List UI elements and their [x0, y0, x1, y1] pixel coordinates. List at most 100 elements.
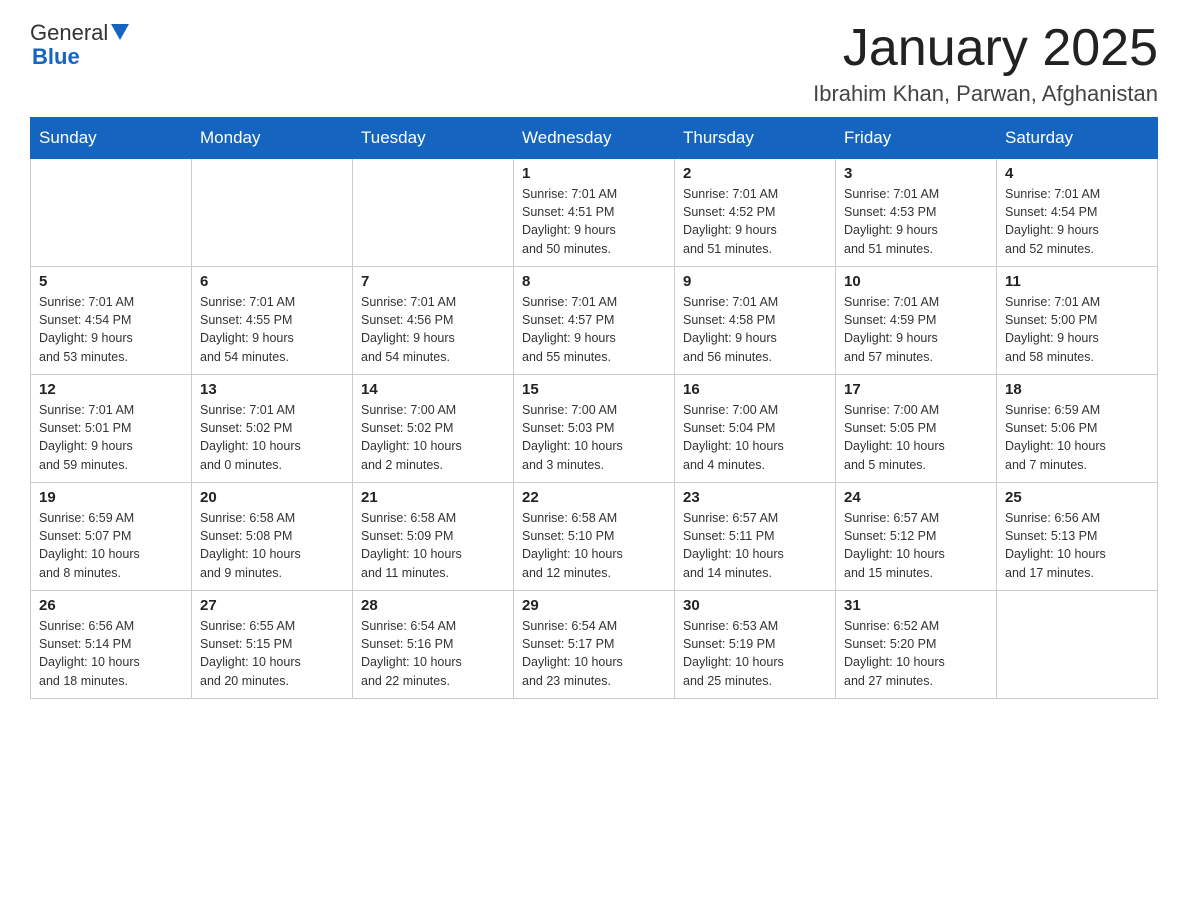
calendar-table: SundayMondayTuesdayWednesdayThursdayFrid… — [30, 117, 1158, 699]
day-info: Sunrise: 7:01 AM Sunset: 5:00 PM Dayligh… — [1005, 293, 1149, 366]
calendar-cell: 12 Sunrise: 7:01 AM Sunset: 5:01 PM Dayli… — [31, 375, 192, 483]
day-number: 14 — [361, 381, 505, 398]
day-info: Sunrise: 7:01 AM Sunset: 4:58 PM Dayligh… — [683, 293, 827, 366]
calendar-cell — [997, 591, 1158, 699]
day-number: 19 — [39, 489, 183, 506]
calendar-cell: 30 Sunrise: 6:53 AM Sunset: 5:19 PM Dayli… — [675, 591, 836, 699]
calendar-week-row: 26Sunrise: 6:56 AM Sunset: 5:14 PM Dayli… — [31, 591, 1158, 699]
day-info: Sunrise: 6:57 AM Sunset: 5:12 PM Dayligh… — [844, 509, 988, 582]
day-info: Sunrise: 6:56 AM Sunset: 5:14 PM Dayligh… — [39, 617, 183, 690]
calendar-header-tuesday: Tuesday — [353, 118, 514, 159]
day-info: Sunrise: 7:01 AM Sunset: 4:57 PM Dayligh… — [522, 293, 666, 366]
calendar-cell: 9Sunrise: 7:01 AM Sunset: 4:58 PM Daylig… — [675, 267, 836, 375]
logo: General Blue — [30, 20, 129, 70]
day-number: 3 — [844, 165, 988, 182]
day-number: 12 — [39, 381, 183, 398]
calendar-cell: 29 Sunrise: 6:54 AM Sunset: 5:17 PM Dayli… — [514, 591, 675, 699]
day-info: Sunrise: 7:01 AM Sunset: 5:01 PM Dayligh… — [39, 401, 183, 474]
page-header: General Blue January 2025 Ibrahim Khan, … — [30, 20, 1158, 107]
day-info: Sunrise: 6:58 AM Sunset: 5:09 PM Dayligh… — [361, 509, 505, 582]
day-number: 8 — [522, 273, 666, 290]
day-number: 31 — [844, 597, 988, 614]
location-subtitle: Ibrahim Khan, Parwan, Afghanistan — [813, 81, 1158, 107]
calendar-cell: 27 Sunrise: 6:55 AM Sunset: 5:15 PM Dayli… — [192, 591, 353, 699]
day-info: Sunrise: 6:59 AM Sunset: 5:07 PM Dayligh… — [39, 509, 183, 582]
day-number: 20 — [200, 489, 344, 506]
day-number: 22 — [522, 489, 666, 506]
day-info: Sunrise: 7:01 AM Sunset: 4:59 PM Dayligh… — [844, 293, 988, 366]
title-block: January 2025 Ibrahim Khan, Parwan, Afgha… — [813, 20, 1158, 107]
calendar-cell: 24 Sunrise: 6:57 AM Sunset: 5:12 PM Dayli… — [836, 483, 997, 591]
day-info: Sunrise: 7:01 AM Sunset: 4:53 PM Dayligh… — [844, 185, 988, 258]
calendar-cell: 8 Sunrise: 7:01 AM Sunset: 4:57 PM Daylig… — [514, 267, 675, 375]
calendar-header-friday: Friday — [836, 118, 997, 159]
calendar-cell: 10 Sunrise: 7:01 AM Sunset: 4:59 PM Dayli… — [836, 267, 997, 375]
day-number: 5 — [39, 273, 183, 290]
day-info: Sunrise: 7:00 AM Sunset: 5:04 PM Dayligh… — [683, 401, 827, 474]
day-number: 29 — [522, 597, 666, 614]
day-info: Sunrise: 7:00 AM Sunset: 5:05 PM Dayligh… — [844, 401, 988, 474]
calendar-cell: 31 Sunrise: 6:52 AM Sunset: 5:20 PM Dayli… — [836, 591, 997, 699]
logo-blue-text: Blue — [30, 44, 80, 70]
day-info: Sunrise: 7:01 AM Sunset: 4:52 PM Dayligh… — [683, 185, 827, 258]
day-number: 10 — [844, 273, 988, 290]
day-info: Sunrise: 7:01 AM Sunset: 4:54 PM Dayligh… — [1005, 185, 1149, 258]
calendar-cell — [353, 159, 514, 267]
calendar-cell: 25 Sunrise: 6:56 AM Sunset: 5:13 PM Dayli… — [997, 483, 1158, 591]
day-info: Sunrise: 6:53 AM Sunset: 5:19 PM Dayligh… — [683, 617, 827, 690]
day-info: Sunrise: 6:56 AM Sunset: 5:13 PM Dayligh… — [1005, 509, 1149, 582]
day-number: 6 — [200, 273, 344, 290]
calendar-cell: 21 Sunrise: 6:58 AM Sunset: 5:09 PM Dayli… — [353, 483, 514, 591]
calendar-header-row: SundayMondayTuesdayWednesdayThursdayFrid… — [31, 118, 1158, 159]
day-number: 25 — [1005, 489, 1149, 506]
calendar-cell: 13 Sunrise: 7:01 AM Sunset: 5:02 PM Dayli… — [192, 375, 353, 483]
calendar-cell: 15Sunrise: 7:00 AM Sunset: 5:03 PM Dayli… — [514, 375, 675, 483]
calendar-cell: 22 Sunrise: 6:58 AM Sunset: 5:10 PM Dayli… — [514, 483, 675, 591]
day-info: Sunrise: 7:01 AM Sunset: 4:51 PM Dayligh… — [522, 185, 666, 258]
calendar-cell: 20Sunrise: 6:58 AM Sunset: 5:08 PM Dayli… — [192, 483, 353, 591]
day-info: Sunrise: 7:01 AM Sunset: 4:56 PM Dayligh… — [361, 293, 505, 366]
day-number: 1 — [522, 165, 666, 182]
calendar-cell: 4 Sunrise: 7:01 AM Sunset: 4:54 PM Daylig… — [997, 159, 1158, 267]
day-info: Sunrise: 6:55 AM Sunset: 5:15 PM Dayligh… — [200, 617, 344, 690]
day-info: Sunrise: 7:01 AM Sunset: 5:02 PM Dayligh… — [200, 401, 344, 474]
day-info: Sunrise: 6:52 AM Sunset: 5:20 PM Dayligh… — [844, 617, 988, 690]
day-number: 4 — [1005, 165, 1149, 182]
day-info: Sunrise: 7:01 AM Sunset: 4:55 PM Dayligh… — [200, 293, 344, 366]
day-number: 21 — [361, 489, 505, 506]
calendar-cell: 1 Sunrise: 7:01 AM Sunset: 4:51 PM Daylig… — [514, 159, 675, 267]
calendar-cell: 7 Sunrise: 7:01 AM Sunset: 4:56 PM Daylig… — [353, 267, 514, 375]
calendar-header-sunday: Sunday — [31, 118, 192, 159]
logo-general-text: General — [30, 20, 108, 46]
day-number: 24 — [844, 489, 988, 506]
day-number: 17 — [844, 381, 988, 398]
calendar-cell: 17 Sunrise: 7:00 AM Sunset: 5:05 PM Dayli… — [836, 375, 997, 483]
calendar-cell: 23Sunrise: 6:57 AM Sunset: 5:11 PM Dayli… — [675, 483, 836, 591]
day-info: Sunrise: 7:00 AM Sunset: 5:03 PM Dayligh… — [522, 401, 666, 474]
day-number: 7 — [361, 273, 505, 290]
calendar-week-row: 1 Sunrise: 7:01 AM Sunset: 4:51 PM Daylig… — [31, 159, 1158, 267]
day-info: Sunrise: 7:01 AM Sunset: 4:54 PM Dayligh… — [39, 293, 183, 366]
day-number: 28 — [361, 597, 505, 614]
calendar-cell: 28Sunrise: 6:54 AM Sunset: 5:16 PM Dayli… — [353, 591, 514, 699]
calendar-cell: 6 Sunrise: 7:01 AM Sunset: 4:55 PM Daylig… — [192, 267, 353, 375]
calendar-cell: 26Sunrise: 6:56 AM Sunset: 5:14 PM Dayli… — [31, 591, 192, 699]
day-info: Sunrise: 6:58 AM Sunset: 5:10 PM Dayligh… — [522, 509, 666, 582]
calendar-week-row: 19 Sunrise: 6:59 AM Sunset: 5:07 PM Dayli… — [31, 483, 1158, 591]
calendar-cell: 18Sunrise: 6:59 AM Sunset: 5:06 PM Dayli… — [997, 375, 1158, 483]
calendar-header-monday: Monday — [192, 118, 353, 159]
calendar-cell: 19 Sunrise: 6:59 AM Sunset: 5:07 PM Dayli… — [31, 483, 192, 591]
day-number: 16 — [683, 381, 827, 398]
day-number: 27 — [200, 597, 344, 614]
calendar-cell: 11 Sunrise: 7:01 AM Sunset: 5:00 PM Dayli… — [997, 267, 1158, 375]
day-number: 13 — [200, 381, 344, 398]
calendar-cell: 5 Sunrise: 7:01 AM Sunset: 4:54 PM Daylig… — [31, 267, 192, 375]
calendar-cell: 14Sunrise: 7:00 AM Sunset: 5:02 PM Dayli… — [353, 375, 514, 483]
calendar-header-wednesday: Wednesday — [514, 118, 675, 159]
day-info: Sunrise: 6:54 AM Sunset: 5:17 PM Dayligh… — [522, 617, 666, 690]
day-number: 11 — [1005, 273, 1149, 290]
calendar-cell: 16 Sunrise: 7:00 AM Sunset: 5:04 PM Dayli… — [675, 375, 836, 483]
logo-arrow-icon — [111, 24, 129, 40]
day-number: 23 — [683, 489, 827, 506]
day-number: 30 — [683, 597, 827, 614]
